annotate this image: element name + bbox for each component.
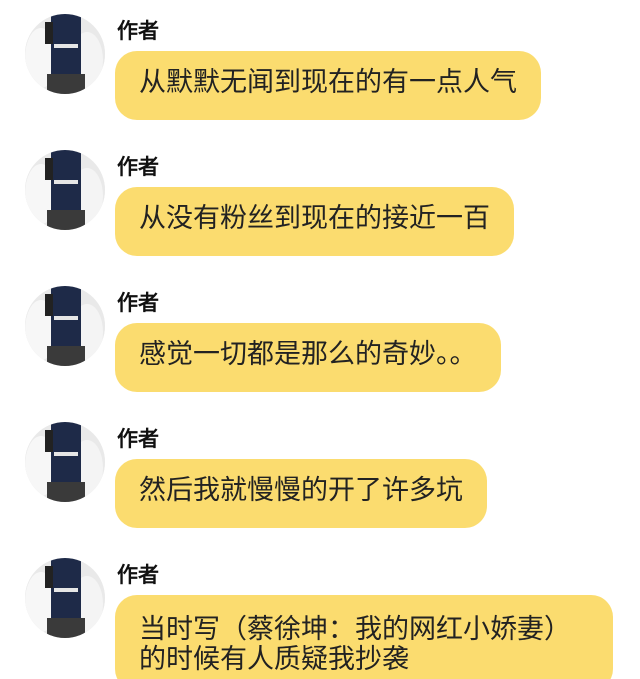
avatar-photo [25, 14, 105, 94]
avatar[interactable] [25, 14, 105, 94]
sender-name: 作者 [117, 291, 159, 315]
avatar[interactable] [25, 286, 105, 366]
sender-name: 作者 [117, 427, 159, 451]
sender-name: 作者 [117, 19, 159, 43]
avatar[interactable] [25, 422, 105, 502]
chat-view: 作者 从默默无闻到现在的有一点人气 作者 从没有粉丝到现在的接近一百 作者 感觉… [0, 0, 640, 679]
avatar-photo [25, 286, 105, 366]
avatar-photo [25, 422, 105, 502]
avatar[interactable] [25, 150, 105, 230]
message-bubble[interactable]: 然后我就慢慢的开了许多坑 [115, 459, 487, 528]
avatar-photo [25, 558, 105, 638]
sender-name: 作者 [117, 155, 159, 179]
message-bubble[interactable]: 从默默无闻到现在的有一点人气 [115, 51, 541, 120]
avatar[interactable] [25, 558, 105, 638]
sender-name: 作者 [117, 563, 159, 587]
message-bubble[interactable]: 当时写（蔡徐坤：我的网红小娇妻）的时候有人质疑我抄袭 [115, 595, 613, 679]
message-bubble[interactable]: 从没有粉丝到现在的接近一百 [115, 187, 514, 256]
avatar-photo [25, 150, 105, 230]
message-bubble[interactable]: 感觉一切都是那么的奇妙。。 [115, 323, 501, 392]
